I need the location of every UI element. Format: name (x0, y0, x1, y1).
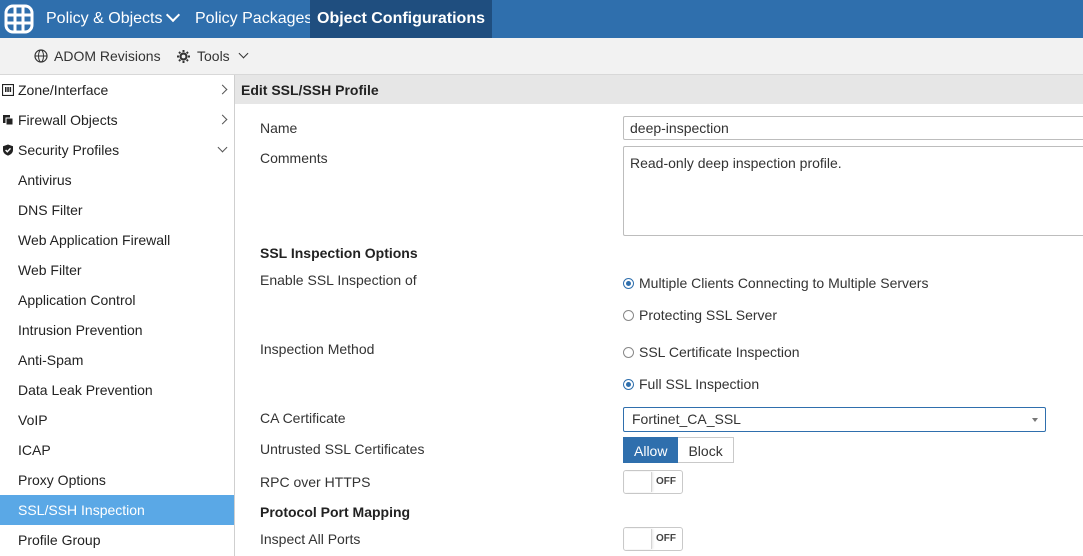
ca-certificate-value: Fortinet_CA_SSL (632, 411, 741, 427)
block-button[interactable]: Block (678, 437, 734, 463)
inspect-all-ports-label: Inspect All Ports (260, 531, 361, 547)
sub-toolbar: ADOM Revisions Tools (0, 38, 1083, 75)
radio-multiple-clients[interactable]: Multiple Clients Connecting to Multiple … (623, 275, 928, 291)
radio-unselected-icon (623, 309, 634, 321)
sidebar-item-zone-interface[interactable]: Zone/Interface (0, 75, 234, 105)
sidebar-item-dns-filter[interactable]: DNS Filter (0, 195, 234, 225)
sidebar-item-label: ICAP (18, 442, 51, 458)
comments-label: Comments (260, 150, 328, 166)
nav-object-configurations[interactable]: Object Configurations (310, 0, 492, 38)
rpc-over-https-toggle[interactable]: OFF (623, 470, 683, 494)
main-panel: Edit SSL/SSH Profile Name Comments Read-… (235, 75, 1083, 556)
chevron-right-icon (217, 84, 228, 95)
sidebar-item-label: Web Filter (18, 262, 82, 278)
radio-full-ssl-inspection[interactable]: Full SSL Inspection (623, 376, 759, 392)
sidebar-item-anti-spam[interactable]: Anti-Spam (0, 345, 234, 375)
shield-icon (3, 144, 13, 156)
sidebar-item-security-profiles[interactable]: Security Profiles (0, 135, 234, 165)
sidebar-item-label: Application Control (18, 292, 136, 308)
sidebar-item-intrusion-prevention[interactable]: Intrusion Prevention (0, 315, 234, 345)
radio-selected-icon (623, 277, 634, 289)
sidebar-item-label: VoIP (18, 412, 48, 428)
radio-unselected-icon (623, 346, 634, 358)
sidebar-item-web-filter[interactable]: Web Filter (0, 255, 234, 285)
nav-policy-objects-label: Policy & Objects (46, 10, 163, 27)
radio-label: Protecting SSL Server (639, 307, 777, 323)
radio-label: Multiple Clients Connecting to Multiple … (639, 275, 929, 291)
nav-policy-packages-label: Policy Packages (195, 10, 313, 27)
allow-button[interactable]: Allow (623, 437, 679, 463)
gears-icon (177, 49, 190, 63)
sidebar-item-label: Anti-Spam (18, 352, 84, 368)
sidebar-item-label: Proxy Options (18, 472, 106, 488)
name-field[interactable] (623, 116, 1083, 140)
interface-icon (2, 84, 14, 96)
toggle-knob (625, 472, 652, 492)
radio-ssl-certificate-inspection[interactable]: SSL Certificate Inspection (623, 344, 800, 360)
sidebar-item-profile-group[interactable]: Profile Group (0, 525, 234, 555)
sidebar-item-label: Intrusion Prevention (18, 322, 143, 338)
sidebar-item-label: Zone/Interface (18, 82, 109, 98)
ca-certificate-select[interactable]: Fortinet_CA_SSL (623, 407, 1046, 432)
inspection-method-label: Inspection Method (260, 341, 375, 357)
chevron-down-icon (238, 48, 249, 58)
firewall-objects-icon (3, 115, 14, 126)
sidebar-item-application-control[interactable]: Application Control (0, 285, 234, 315)
sidebar-item-ssl-ssh-inspection[interactable]: SSL/SSH Inspection (0, 495, 234, 525)
globe-icon (34, 49, 48, 63)
sidebar-item-icap[interactable]: ICAP (0, 435, 234, 465)
sidebar-item-voip[interactable]: VoIP (0, 405, 234, 435)
sidebar-item-antivirus[interactable]: Antivirus (0, 165, 234, 195)
sidebar-item-label: Security Profiles (18, 142, 120, 158)
adom-revisions-button[interactable]: ADOM Revisions (34, 38, 161, 74)
sidebar-item-label: Web Application Firewall (18, 232, 171, 248)
sidebar-item-label: Profile Group (18, 532, 101, 548)
sidebar-item-proxy-options[interactable]: Proxy Options (0, 465, 234, 495)
chevron-down-icon (217, 142, 228, 153)
chevron-down-icon (166, 7, 181, 23)
sidebar-item-label: DNS Filter (18, 202, 83, 218)
comments-field[interactable]: Read-only deep inspection profile. (623, 146, 1083, 236)
sidebar-item-web-application-firewall[interactable]: Web Application Firewall (0, 225, 234, 255)
nav-policy-packages[interactable]: Policy Packages (195, 0, 312, 38)
page-title: Edit SSL/SSH Profile (235, 75, 1083, 104)
sidebar-item-label: Antivirus (18, 172, 72, 188)
protocol-port-mapping-title: Protocol Port Mapping (260, 504, 411, 520)
tools-label: Tools (197, 48, 230, 64)
sidebar-item-label: SSL/SSH Inspection (18, 502, 145, 518)
tools-menu-button[interactable]: Tools (176, 38, 249, 74)
inspect-all-ports-toggle[interactable]: OFF (623, 527, 683, 551)
name-label: Name (260, 120, 298, 136)
chevron-right-icon (217, 114, 228, 125)
adom-revisions-label: ADOM Revisions (54, 48, 161, 64)
radio-selected-icon (623, 378, 634, 390)
radio-label: SSL Certificate Inspection (639, 344, 800, 360)
toggle-state: OFF (656, 476, 676, 487)
top-navigation-bar: Policy & Objects Policy Packages Object … (0, 0, 1083, 38)
nav-object-configurations-label: Object Configurations (317, 10, 485, 27)
toggle-state: OFF (656, 533, 676, 544)
sidebar-item-firewall-objects[interactable]: Firewall Objects (0, 105, 234, 135)
toggle-knob (625, 529, 652, 549)
fortinet-logo-icon[interactable] (0, 0, 38, 38)
sidebar-item-label: Firewall Objects (18, 112, 118, 128)
radio-protecting-ssl-server[interactable]: Protecting SSL Server (623, 307, 777, 323)
caret-down-icon (1032, 418, 1038, 422)
ca-certificate-label: CA Certificate (260, 410, 346, 426)
sidebar-item-label: Data Leak Prevention (18, 382, 153, 398)
radio-label: Full SSL Inspection (639, 376, 760, 392)
sidebar-item-data-leak-prevention[interactable]: Data Leak Prevention (0, 375, 234, 405)
untrusted-ssl-label: Untrusted SSL Certificates (260, 441, 425, 457)
nav-policy-objects[interactable]: Policy & Objects (46, 0, 181, 38)
rpc-over-https-label: RPC over HTTPS (260, 474, 371, 490)
sidebar: Zone/Interface Firewall Objects Security… (0, 75, 235, 556)
ssl-inspection-options-title: SSL Inspection Options (260, 245, 418, 261)
untrusted-ssl-toggle-group: Allow Block (623, 437, 734, 463)
enable-ssl-label: Enable SSL Inspection of (260, 272, 417, 288)
